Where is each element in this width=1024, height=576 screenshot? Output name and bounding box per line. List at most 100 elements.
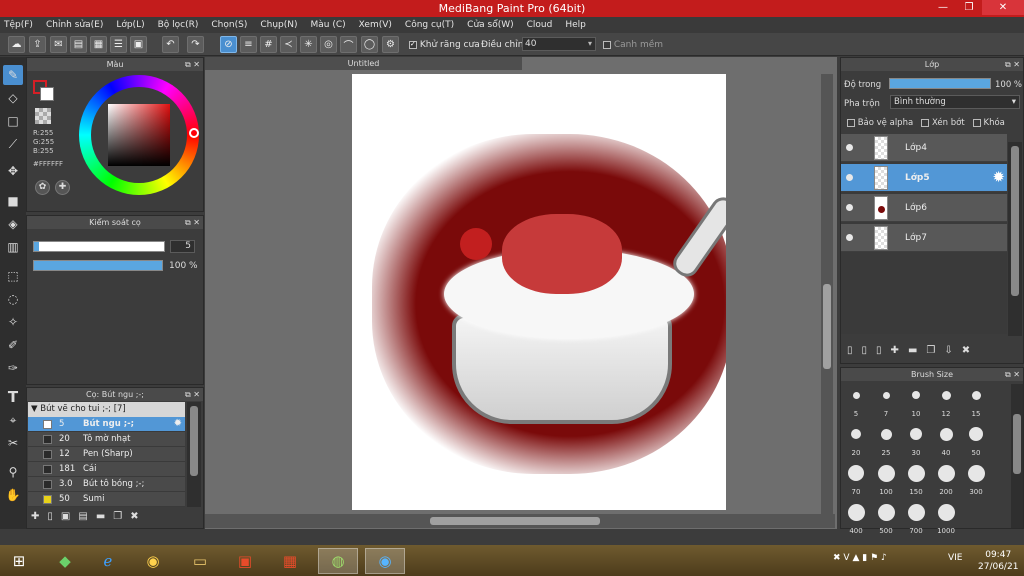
- eyedropper-icon[interactable]: ⚲: [3, 462, 23, 482]
- settings-gear-icon[interactable]: ⚙: [382, 36, 399, 53]
- redo-icon[interactable]: ↷: [187, 36, 204, 53]
- clock[interactable]: 09:47 27/06/21: [978, 549, 1018, 573]
- select-eraser-icon[interactable]: ✑: [3, 358, 23, 378]
- brush-item[interactable]: 181 Cái: [28, 462, 185, 477]
- brush-size-preset[interactable]: 10: [902, 384, 930, 418]
- layer-row[interactable]: Lớp4: [841, 134, 1007, 162]
- hue-handle[interactable]: [189, 128, 199, 138]
- brush-list-scrollbar[interactable]: [187, 402, 201, 507]
- layer-row[interactable]: Lớp6: [841, 194, 1007, 222]
- panel-close-icon[interactable]: ⧉ ✕: [1005, 368, 1020, 381]
- trash-icon[interactable]: ✖: [962, 345, 979, 356]
- move-tool-icon[interactable]: ✥: [3, 161, 23, 181]
- menu-view[interactable]: Xem(V): [359, 20, 392, 30]
- layer-row[interactable]: Lớp5 ✹: [841, 164, 1007, 192]
- error-tray-icon[interactable]: ✖: [833, 553, 841, 563]
- operation-tool-icon[interactable]: ⌖: [3, 410, 23, 430]
- text-tool-icon[interactable]: T: [3, 387, 23, 407]
- layer-opacity-slider[interactable]: [889, 78, 991, 89]
- eye-icon[interactable]: [846, 234, 853, 241]
- adjust-combo[interactable]: 40 ▾: [522, 37, 596, 51]
- panel-close-icon[interactable]: ⧉ ✕: [185, 388, 200, 401]
- app-grid-icon[interactable]: ▦: [270, 548, 310, 574]
- share-icon[interactable]: ⇪: [29, 36, 46, 53]
- brush-size-preset[interactable]: 500: [872, 501, 900, 535]
- select-pen-icon[interactable]: ✐: [3, 335, 23, 355]
- bluestacks-icon[interactable]: ◆: [45, 548, 85, 574]
- lasso-tool-icon[interactable]: ◌: [3, 289, 23, 309]
- eraser-tool-icon[interactable]: ◇: [3, 88, 23, 108]
- brush-size-value[interactable]: 5: [170, 240, 195, 253]
- list-icon[interactable]: ☰: [110, 36, 127, 53]
- merge-down-icon[interactable]: ⇩: [944, 345, 961, 356]
- folder-icon[interactable]: ▬: [96, 511, 113, 522]
- menu-file[interactable]: Tệp(F): [4, 20, 33, 30]
- radial-snap-icon[interactable]: ✳: [300, 36, 317, 53]
- line-tool-icon[interactable]: ⟋: [3, 134, 23, 154]
- brush-size-preset[interactable]: 150: [902, 462, 930, 496]
- menu-select[interactable]: Chọn(S): [211, 20, 247, 30]
- layer-list-scrollbar[interactable]: [1008, 142, 1022, 336]
- brush-export-icon[interactable]: ▤: [78, 511, 95, 522]
- brush-size-preset[interactable]: 15: [962, 384, 990, 418]
- antialias-checkbox[interactable]: [409, 40, 417, 49]
- brush-size-preset[interactable]: 1000: [932, 501, 960, 535]
- transparent-color-swatch[interactable]: [35, 108, 51, 124]
- horizontal-scrollbar[interactable]: [205, 514, 835, 528]
- menu-snap[interactable]: Chụp(N): [260, 20, 297, 30]
- document-tab[interactable]: Untitled: [205, 57, 522, 70]
- brush-size-preset[interactable]: 200: [932, 462, 960, 496]
- cross-snap-icon[interactable]: #: [260, 36, 277, 53]
- saturation-square[interactable]: [108, 104, 170, 166]
- cloud-icon[interactable]: ☁: [8, 36, 25, 53]
- hue-ring[interactable]: [79, 75, 199, 195]
- menu-tools[interactable]: Công cụ(T): [405, 20, 454, 30]
- brush-size-preset[interactable]: 300: [962, 462, 990, 496]
- brush-size-preset[interactable]: 5: [842, 384, 870, 418]
- taskbar-app-icon[interactable]: ◍: [318, 548, 358, 574]
- brush-size-scrollbar[interactable]: [1011, 384, 1023, 528]
- add-layer-menu-icon[interactable]: ✚: [891, 345, 908, 356]
- volume-icon[interactable]: ♪: [881, 553, 887, 563]
- folder-icon[interactable]: ▬: [908, 345, 926, 356]
- menu-filter[interactable]: Bộ lọc(R): [158, 20, 199, 30]
- duplicate-icon[interactable]: ❐: [926, 345, 944, 356]
- maximize-button[interactable]: ❐: [956, 0, 982, 15]
- network-icon[interactable]: ▮: [862, 553, 867, 563]
- circle-snap-icon[interactable]: ◎: [320, 36, 337, 53]
- brush-group-header[interactable]: ▼ Bút vẽ cho tui ;-; [7]: [28, 402, 185, 417]
- drawing-canvas[interactable]: [352, 74, 726, 510]
- brush-size-preset[interactable]: 25: [872, 423, 900, 457]
- close-button[interactable]: ✕: [982, 0, 1024, 15]
- brush-item[interactable]: 20 Tô mờ nhạt: [28, 432, 185, 447]
- gear-icon[interactable]: ✹: [174, 418, 182, 429]
- brush-size-preset[interactable]: 50: [962, 423, 990, 457]
- antialias-option[interactable]: Khử răng cưa: [409, 40, 480, 50]
- parallel-snap-icon[interactable]: ≡: [240, 36, 257, 53]
- palette-icon[interactable]: ✿: [35, 180, 50, 195]
- hand-tool-icon[interactable]: ✋: [3, 485, 23, 505]
- panel-close-icon[interactable]: ⧉ ✕: [1005, 58, 1020, 71]
- eye-icon[interactable]: [846, 204, 853, 211]
- flag-icon[interactable]: ⚑: [870, 553, 878, 563]
- fill-rect-tool-icon[interactable]: ■: [3, 191, 23, 211]
- divide-tool-icon[interactable]: ✂: [3, 433, 23, 453]
- secondary-color-swatch[interactable]: [40, 87, 54, 101]
- grid-icon[interactable]: ▣: [130, 36, 147, 53]
- bucket-tool-icon[interactable]: ◈: [3, 214, 23, 234]
- panel-close-icon[interactable]: ⧉ ✕: [185, 216, 200, 229]
- clip-checkbox[interactable]: [921, 118, 930, 127]
- palette-add-icon[interactable]: ✚: [55, 180, 70, 195]
- new-layer-icon[interactable]: ▯: [847, 345, 862, 356]
- vanish-snap-icon[interactable]: ≺: [280, 36, 297, 53]
- eye-icon[interactable]: [846, 174, 853, 181]
- medibang-taskbar-icon[interactable]: ◉: [365, 548, 405, 574]
- internet-explorer-icon[interactable]: ℯ: [88, 548, 128, 574]
- panel-close-icon[interactable]: ⧉ ✕: [185, 58, 200, 71]
- minimize-button[interactable]: —: [930, 0, 956, 15]
- powerpoint-icon[interactable]: ▣: [225, 548, 265, 574]
- new-8bit-layer-icon[interactable]: ▯: [862, 345, 877, 356]
- brush-menu-icon[interactable]: ▣: [61, 511, 78, 522]
- brush-tool-icon[interactable]: ✎: [3, 65, 23, 85]
- chrome-icon[interactable]: ◉: [133, 548, 173, 574]
